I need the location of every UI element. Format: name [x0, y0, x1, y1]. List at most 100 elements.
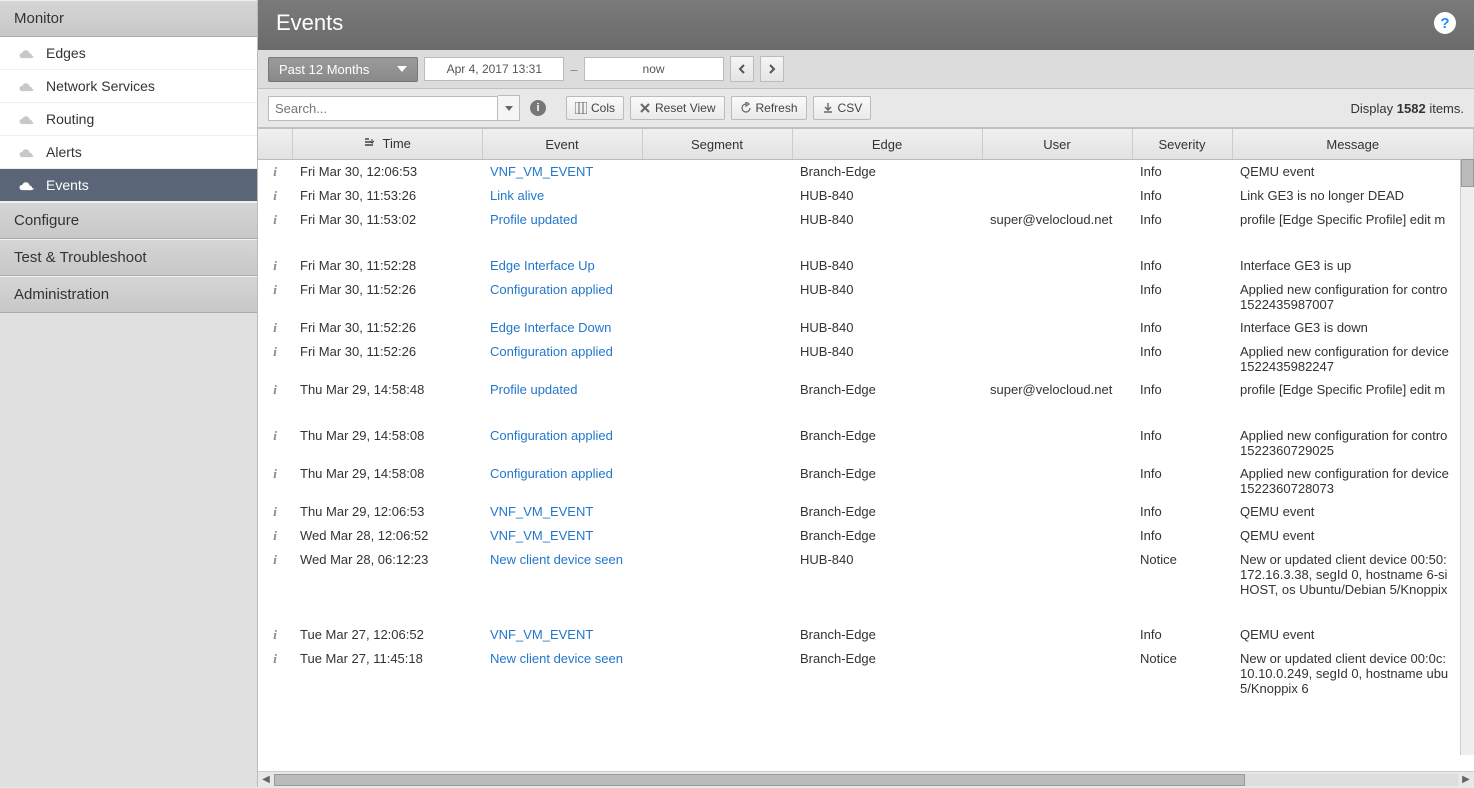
table-row[interactable]: iTue Mar 27, 11:45:18New client device s…	[258, 647, 1474, 700]
cell-user	[982, 462, 1132, 500]
item-count-label: Display 1582 items.	[1351, 101, 1464, 116]
sidebar-item-edges[interactable]: Edges	[0, 37, 257, 70]
event-link[interactable]: New client device seen	[490, 552, 623, 567]
sidebar-item-alerts[interactable]: Alerts	[0, 136, 257, 169]
col-edge[interactable]: Edge	[792, 129, 982, 160]
refresh-icon	[740, 102, 752, 114]
info-icon[interactable]: i	[258, 278, 292, 316]
horizontal-scrollbar[interactable]: ◀ ▶	[258, 771, 1474, 787]
cell-segment	[642, 500, 792, 524]
date-from-input[interactable]: Apr 4, 2017 13:31	[424, 57, 564, 81]
table-row[interactable]: iFri Mar 30, 11:53:26Link aliveHUB-840In…	[258, 184, 1474, 208]
table-row[interactable]: iFri Mar 30, 12:06:53VNF_VM_EVENTBranch-…	[258, 160, 1474, 185]
event-link[interactable]: Configuration applied	[490, 466, 613, 481]
cell-edge: HUB-840	[792, 278, 982, 316]
event-link[interactable]: Configuration applied	[490, 428, 613, 443]
col-severity[interactable]: Severity	[1132, 129, 1232, 160]
col-message[interactable]: Message	[1232, 129, 1474, 160]
info-icon[interactable]: i	[258, 462, 292, 500]
cell-message: Applied new configuration for contro 152…	[1232, 424, 1474, 462]
table-row[interactable]: iFri Mar 30, 11:52:26Configuration appli…	[258, 340, 1474, 378]
sidebar-item-network-services[interactable]: Network Services	[0, 70, 257, 103]
cell-event: Edge Interface Up	[482, 254, 642, 278]
event-link[interactable]: VNF_VM_EVENT	[490, 627, 593, 642]
cell-user	[982, 278, 1132, 316]
table-row[interactable]: iThu Mar 29, 14:58:48Profile updatedBran…	[258, 378, 1474, 402]
event-link[interactable]: VNF_VM_EVENT	[490, 528, 593, 543]
time-prev-button[interactable]	[730, 56, 754, 82]
info-icon[interactable]: i	[258, 378, 292, 402]
cell-edge: HUB-840	[792, 548, 982, 601]
events-table-wrap[interactable]: Time Event Segment Edge User Severity Me…	[258, 128, 1474, 771]
table-row[interactable]: iTue Mar 27, 12:06:52VNF_VM_EVENTBranch-…	[258, 623, 1474, 647]
vertical-scrollbar[interactable]	[1460, 159, 1474, 755]
date-to-input[interactable]: now	[584, 57, 724, 81]
info-icon[interactable]: i	[258, 184, 292, 208]
event-link[interactable]: VNF_VM_EVENT	[490, 504, 593, 519]
nav-section-test-troubleshoot[interactable]: Test & Troubleshoot	[0, 239, 257, 276]
reset-view-button[interactable]: Reset View	[630, 96, 724, 120]
help-icon[interactable]: ?	[1434, 12, 1456, 34]
info-icon[interactable]: i	[258, 500, 292, 524]
table-row[interactable]: iFri Mar 30, 11:52:26 Edge Interface Down…	[258, 316, 1474, 340]
col-info[interactable]	[258, 129, 292, 160]
cell-edge: Branch-Edge	[792, 424, 982, 462]
col-segment[interactable]: Segment	[642, 129, 792, 160]
info-icon[interactable]: i	[258, 424, 292, 462]
table-row[interactable]: iFri Mar 30, 11:53:02Profile updatedHUB-…	[258, 208, 1474, 232]
event-link[interactable]: Profile updated	[490, 382, 577, 397]
event-link[interactable]: New client device seen	[490, 651, 623, 666]
info-icon[interactable]: i	[258, 647, 292, 700]
table-row[interactable]: iWed Mar 28, 12:06:52VNF_VM_EVENTBranch-…	[258, 524, 1474, 548]
nav-section-administration[interactable]: Administration	[0, 276, 257, 313]
search-input[interactable]	[268, 96, 498, 121]
sidebar-item-label: Alerts	[46, 144, 82, 160]
event-link[interactable]: Configuration applied	[490, 282, 613, 297]
search-info-icon[interactable]: i	[530, 100, 546, 116]
csv-button[interactable]: CSV	[813, 96, 872, 120]
cell-severity: Info	[1132, 500, 1232, 524]
info-icon[interactable]: i	[258, 548, 292, 601]
scroll-right-icon[interactable]: ▶	[1458, 772, 1474, 788]
page-title: Events	[276, 10, 343, 36]
info-icon[interactable]: i	[258, 623, 292, 647]
event-link[interactable]: Edge Interface Down	[490, 320, 611, 335]
table-row[interactable]: iFri Mar 30, 11:52:28Edge Interface UpHU…	[258, 254, 1474, 278]
sidebar-item-events[interactable]: Events	[0, 169, 257, 202]
table-row[interactable]: iWed Mar 28, 06:12:23New client device s…	[258, 548, 1474, 601]
cloud-icon	[18, 80, 36, 92]
info-icon[interactable]: i	[258, 160, 292, 185]
info-icon[interactable]: i	[258, 316, 292, 340]
columns-button[interactable]: Cols	[566, 96, 624, 120]
sidebar-item-routing[interactable]: Routing	[0, 103, 257, 136]
cell-severity: Info	[1132, 184, 1232, 208]
search-dropdown-button[interactable]	[498, 95, 520, 121]
scroll-left-icon[interactable]: ◀	[258, 772, 274, 788]
event-link[interactable]: Edge Interface Up	[490, 258, 595, 273]
time-range-select[interactable]: Past 12 Months	[268, 57, 418, 82]
nav-section-monitor[interactable]: Monitor	[0, 0, 257, 37]
time-next-button[interactable]	[760, 56, 784, 82]
info-icon[interactable]: i	[258, 524, 292, 548]
event-link[interactable]: Profile updated	[490, 212, 577, 227]
cell-time: Fri Mar 30, 11:52:26	[292, 316, 482, 340]
col-user[interactable]: User	[982, 129, 1132, 160]
nav-section-configure[interactable]: Configure	[0, 202, 257, 239]
info-icon[interactable]: i	[258, 208, 292, 232]
info-icon[interactable]: i	[258, 254, 292, 278]
event-link[interactable]: VNF_VM_EVENT	[490, 164, 593, 179]
table-row[interactable]: iThu Mar 29, 14:58:08Configuration appli…	[258, 462, 1474, 500]
table-row[interactable]: iThu Mar 29, 12:06:53VNF_VM_EVENTBranch-…	[258, 500, 1474, 524]
event-link[interactable]: Link alive	[490, 188, 544, 203]
info-icon[interactable]: i	[258, 340, 292, 378]
cell-edge: Branch-Edge	[792, 160, 982, 185]
close-icon	[639, 102, 651, 114]
cell-edge: HUB-840	[792, 208, 982, 232]
refresh-button[interactable]: Refresh	[731, 96, 807, 120]
event-link[interactable]: Configuration applied	[490, 344, 613, 359]
col-time[interactable]: Time	[292, 129, 482, 160]
download-icon	[822, 102, 834, 114]
table-row[interactable]: iThu Mar 29, 14:58:08Configuration appli…	[258, 424, 1474, 462]
table-row[interactable]: iFri Mar 30, 11:52:26Configuration appli…	[258, 278, 1474, 316]
col-event[interactable]: Event	[482, 129, 642, 160]
